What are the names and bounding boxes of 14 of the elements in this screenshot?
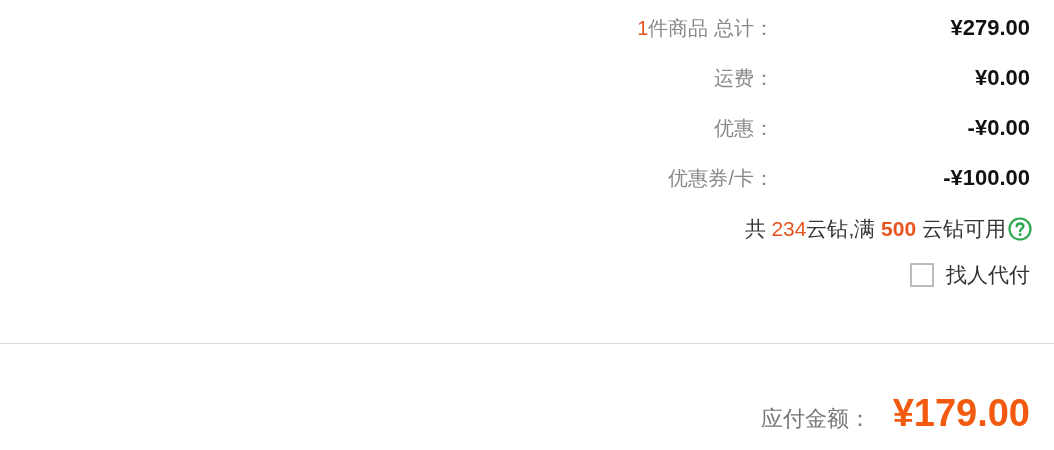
fee-value: -¥0.00 [966, 115, 1030, 141]
fee-label: 优惠： [713, 115, 775, 141]
help-icon[interactable] [1008, 217, 1032, 241]
item-total-value: ¥279.00 [949, 15, 1030, 41]
amount-due-value: ¥179.00 [892, 392, 1030, 435]
amount-due-label: 应付金额： [760, 405, 871, 433]
checkbox[interactable] [910, 263, 934, 287]
fee-value: -¥100.00 [942, 165, 1030, 191]
fee-value: ¥0.00 [973, 65, 1030, 91]
fee-label: 优惠券/卡： [667, 165, 775, 191]
item-total-label: 1件商品 总计： [636, 15, 775, 41]
points-info-text: 共 234云钻,满 500 云钻可用 [744, 216, 1006, 242]
pay-for-me-label[interactable]: 找人代付 [946, 261, 1030, 289]
fee-label: 运费： [713, 65, 775, 91]
